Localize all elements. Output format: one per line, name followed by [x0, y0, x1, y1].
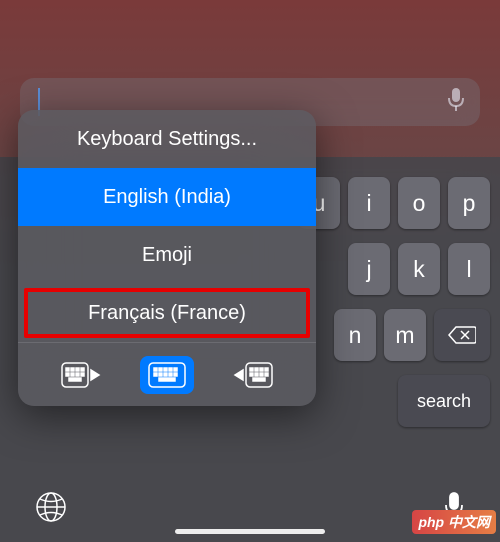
key-i[interactable]: i [348, 177, 390, 229]
key-n[interactable]: n [334, 309, 376, 361]
keyboard-layout-full-icon[interactable] [140, 356, 194, 394]
backspace-key[interactable] [434, 309, 490, 361]
language-item-francais[interactable]: Français (France) [18, 284, 316, 342]
popup-footer [18, 342, 316, 406]
language-item-emoji[interactable]: Emoji [18, 226, 316, 284]
keyboard-settings-item[interactable]: Keyboard Settings... [18, 110, 316, 168]
watermark: php 中文网 [412, 510, 496, 534]
key-l[interactable]: l [448, 243, 490, 295]
key-m[interactable]: m [384, 309, 426, 361]
backspace-icon [448, 325, 476, 345]
microphone-icon[interactable] [446, 86, 466, 119]
keyboard-layout-left-icon[interactable] [54, 356, 108, 394]
key-o[interactable]: o [398, 177, 440, 229]
search-key[interactable]: search [398, 375, 490, 427]
globe-icon[interactable] [34, 490, 68, 524]
language-item-english[interactable]: English (India) [18, 168, 316, 226]
keyboard-language-popup: Keyboard Settings... English (India) Emo… [18, 110, 316, 406]
key-k[interactable]: k [398, 243, 440, 295]
key-p[interactable]: p [448, 177, 490, 229]
keyboard-layout-right-icon[interactable] [226, 356, 280, 394]
home-indicator[interactable] [175, 529, 325, 534]
key-j[interactable]: j [348, 243, 390, 295]
